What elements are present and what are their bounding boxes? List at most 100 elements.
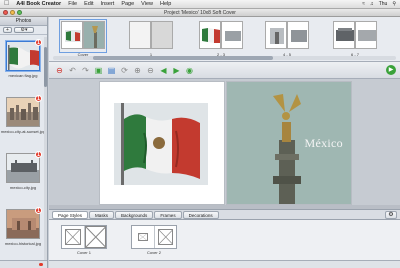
photos-header: Photos — [0, 17, 47, 26]
page-thumb — [61, 21, 83, 49]
spread-pages-4-5[interactable]: 4 - 5 — [265, 21, 309, 57]
photo-item-mexico-historical[interactable]: mexico-historical.jpg 1 — [0, 205, 46, 260]
layout-option-cover-2[interactable]: Cover 2 — [131, 225, 177, 255]
previous-page-icon[interactable]: ◀ — [159, 66, 168, 75]
next-page-icon[interactable]: ▶ — [172, 66, 181, 75]
wifi-icon[interactable]: ≈ — [362, 1, 365, 7]
photos-footer — [0, 260, 47, 268]
tab-decorations[interactable]: Decorations — [182, 210, 219, 219]
scrollbar-knob[interactable] — [93, 56, 273, 60]
layout-preview — [131, 225, 177, 249]
page-styles-panel: Cover 1 Cover 2 — [49, 220, 400, 260]
spread-cover[interactable]: Cover — [59, 19, 107, 57]
zoom-out-icon[interactable]: ⊖ — [146, 66, 155, 75]
page-thumb — [333, 21, 355, 49]
photo-label: mexico-historical.jpg — [4, 241, 42, 246]
tab-masks[interactable]: Masks — [89, 210, 115, 219]
photo-label: mexico-city.jpg — [9, 185, 37, 190]
spread-pages-2-3[interactable]: 2 - 3 — [199, 21, 243, 57]
layout-page — [62, 226, 85, 248]
photo-label: mexican flag.jpg — [8, 73, 38, 78]
rotate-icon[interactable]: ⟳ — [120, 66, 129, 75]
tab-page-styles[interactable]: Page Styles — [52, 210, 89, 219]
layout-option-cover-1[interactable]: Cover 1 — [61, 225, 107, 255]
menu-insert[interactable]: Insert — [101, 1, 115, 7]
spread-page-1[interactable]: 1 — [129, 21, 173, 57]
add-photo-button[interactable]: + — [3, 27, 12, 33]
photo-placeholder-icon — [138, 233, 148, 241]
apple-icon[interactable]:  — [4, 0, 9, 8]
menubar:  A4I Book Creator File Edit Insert Page… — [0, 0, 400, 9]
photo-thumbnail — [6, 153, 40, 183]
photo-item-mexican-flag[interactable]: mexican flag.jpg 1 — [0, 37, 46, 93]
photos-toolbar: + ⚙▾ — [0, 26, 47, 35]
flag-photo-frame[interactable] — [114, 103, 208, 185]
right-page[interactable]: México — [226, 81, 352, 205]
add-photo-icon[interactable]: ▣ — [94, 66, 103, 75]
photos-scrollbar[interactable] — [44, 37, 47, 260]
tab-frames[interactable]: Frames — [154, 210, 182, 219]
styles-tabs: Page Styles Masks Backgrounds Frames Dec… — [49, 209, 400, 220]
page-thumb — [151, 21, 173, 49]
menu-view[interactable]: View — [141, 1, 153, 7]
photo-list: mexican flag.jpg 1 mexico-city-at-sunset… — [0, 37, 46, 260]
window-title: Project 'Mexico' 10x8 Soft Cover — [164, 10, 236, 16]
menu-page[interactable]: Page — [121, 1, 134, 7]
photos-pane: Photos + ⚙▾ mexican flag.jpg 1 mexico-ci… — [0, 17, 48, 268]
layout-page — [84, 226, 106, 248]
status-bar — [49, 260, 400, 268]
order-icon[interactable]: ▶ — [386, 65, 396, 75]
layout-page — [132, 226, 155, 248]
redo-icon[interactable]: ↷ — [81, 66, 90, 75]
left-page[interactable] — [99, 81, 225, 205]
photo-placeholder-icon — [157, 229, 173, 245]
menu-help[interactable]: Help — [160, 1, 171, 7]
undo-icon[interactable]: ↶ — [68, 66, 77, 75]
photo-usage-badge: 1 — [35, 39, 42, 46]
page-thumb — [129, 21, 151, 49]
preview-icon[interactable]: ◉ — [185, 66, 194, 75]
status-indicator-icon — [39, 263, 43, 266]
photo-usage-badge: 1 — [35, 151, 42, 158]
page-thumb — [265, 21, 287, 49]
menu-file[interactable]: File — [68, 1, 77, 7]
photo-thumbnail — [6, 41, 40, 71]
photo-usage-badge: 1 — [35, 207, 42, 214]
zoom-in-icon[interactable]: ⊕ — [133, 66, 142, 75]
layout-page — [155, 226, 177, 248]
page-thumb — [199, 21, 221, 49]
cover-overlay-text[interactable]: México — [305, 136, 343, 151]
menubar-status: ≈ ♫ Thu ⚲ — [362, 1, 396, 7]
volume-icon[interactable]: ♫ — [370, 1, 374, 7]
page-strip-scrollbar[interactable] — [53, 56, 396, 60]
scrollbar-knob[interactable] — [44, 47, 47, 87]
menu-app-name[interactable]: A4I Book Creator — [16, 1, 61, 7]
photo-options-button[interactable]: ⚙▾ — [14, 27, 34, 33]
editor-canvas: México — [49, 79, 400, 209]
photo-thumbnail — [6, 209, 40, 239]
layout-caption: Cover 2 — [146, 250, 161, 255]
clock-label[interactable]: Thu — [379, 1, 388, 7]
add-text-icon[interactable]: ▤ — [107, 66, 116, 75]
photo-item-mexico-city[interactable]: mexico-city.jpg 1 — [0, 149, 46, 205]
spread-pages-6-7[interactable]: 6 - 7 — [333, 21, 377, 57]
page-thumb — [221, 21, 243, 49]
gear-icon[interactable]: ⚙ — [385, 211, 397, 219]
layout-caption: Cover 1 — [76, 250, 91, 255]
delete-icon[interactable]: ⊖ — [55, 66, 64, 75]
tab-backgrounds[interactable]: Backgrounds — [115, 210, 154, 219]
app-window:  A4I Book Creator File Edit Insert Page… — [0, 0, 400, 268]
page-thumb — [287, 21, 309, 49]
photo-thumbnail — [6, 97, 40, 127]
photo-item-mexico-city-sunset[interactable]: mexico-city-at-sunset.jpg 1 — [0, 93, 46, 149]
photo-usage-badge: 1 — [35, 95, 42, 102]
photo-placeholder-icon — [84, 226, 106, 248]
page-strip: Cover 1 2 - 3 4 - 5 6 - 7 — [49, 17, 400, 62]
layout-preview — [61, 225, 107, 249]
photo-label: mexico-city-at-sunset.jpg — [0, 129, 46, 134]
window-titlebar: Project 'Mexico' 10x8 Soft Cover — [0, 9, 400, 17]
menu-edit[interactable]: Edit — [84, 1, 93, 7]
page-thumb — [83, 21, 105, 49]
spotlight-icon[interactable]: ⚲ — [392, 1, 396, 7]
photo-placeholder-icon — [65, 229, 81, 245]
